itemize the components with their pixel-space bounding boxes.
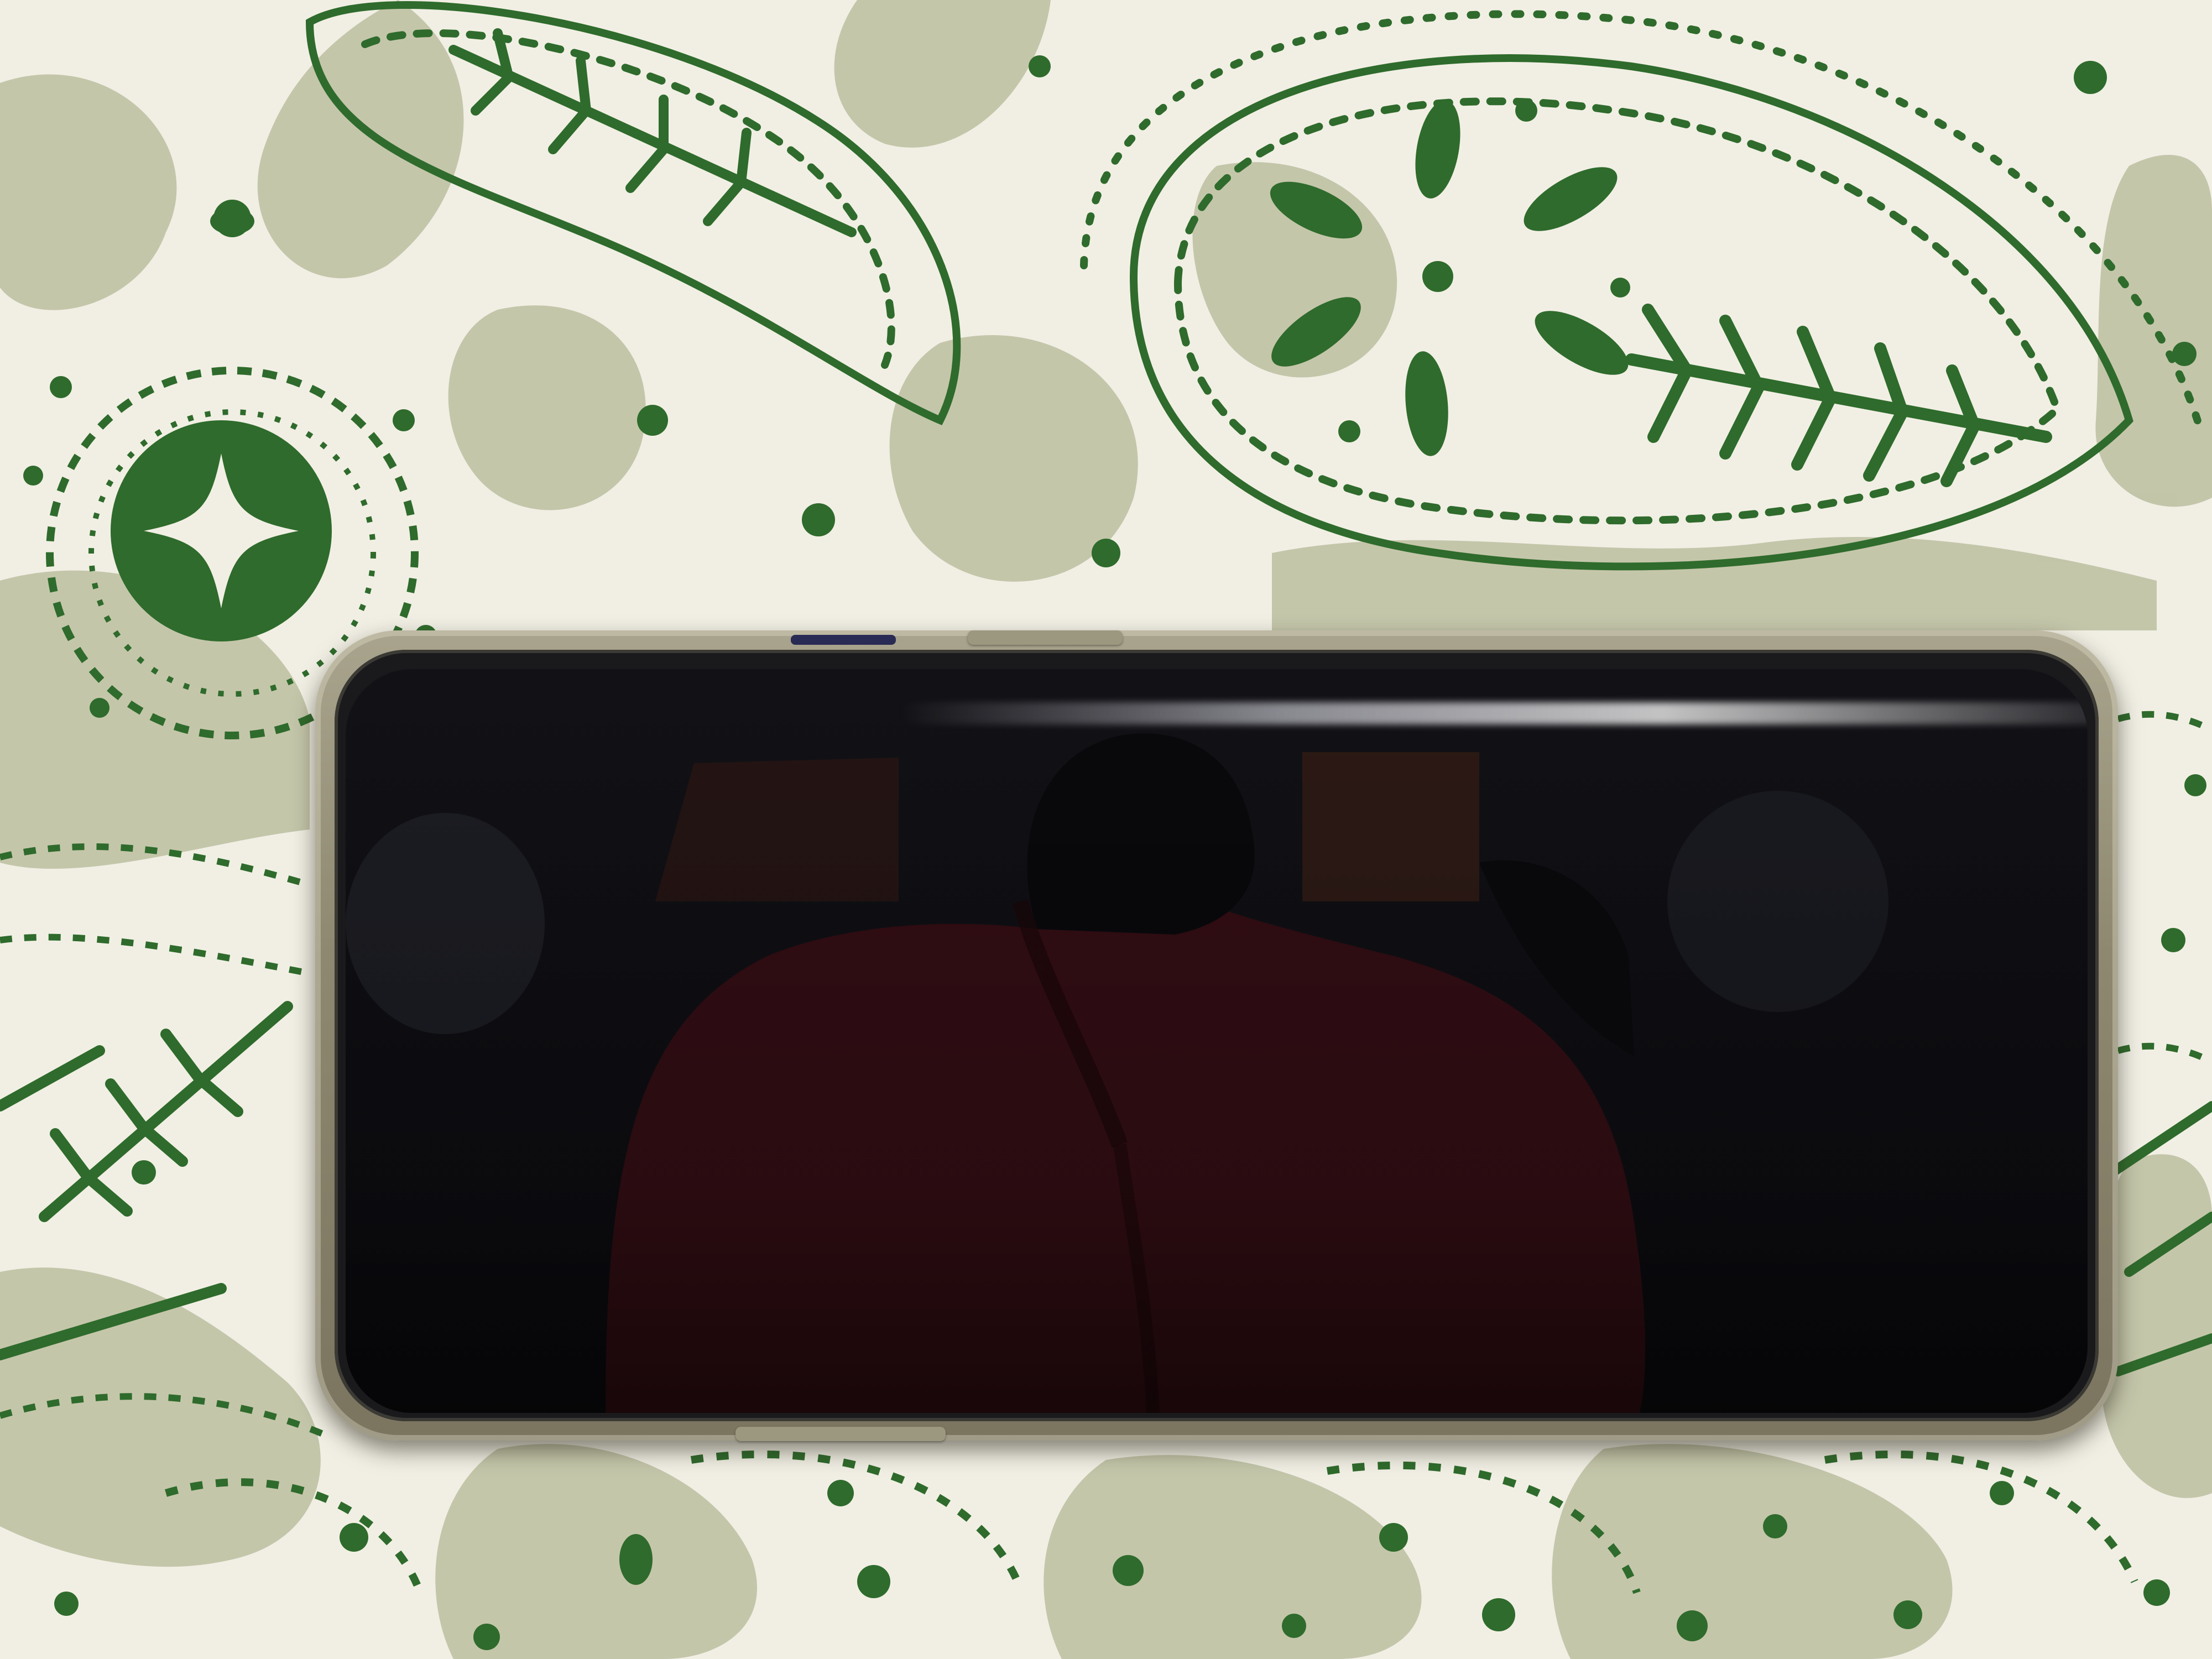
case-cutout [791,635,896,645]
phone-screen [346,669,2088,1413]
volume-button [968,630,1123,645]
screen-reflection [346,669,2088,1413]
photo-scene [0,0,2212,1659]
power-button [735,1427,946,1441]
screen-glare [899,702,2088,724]
